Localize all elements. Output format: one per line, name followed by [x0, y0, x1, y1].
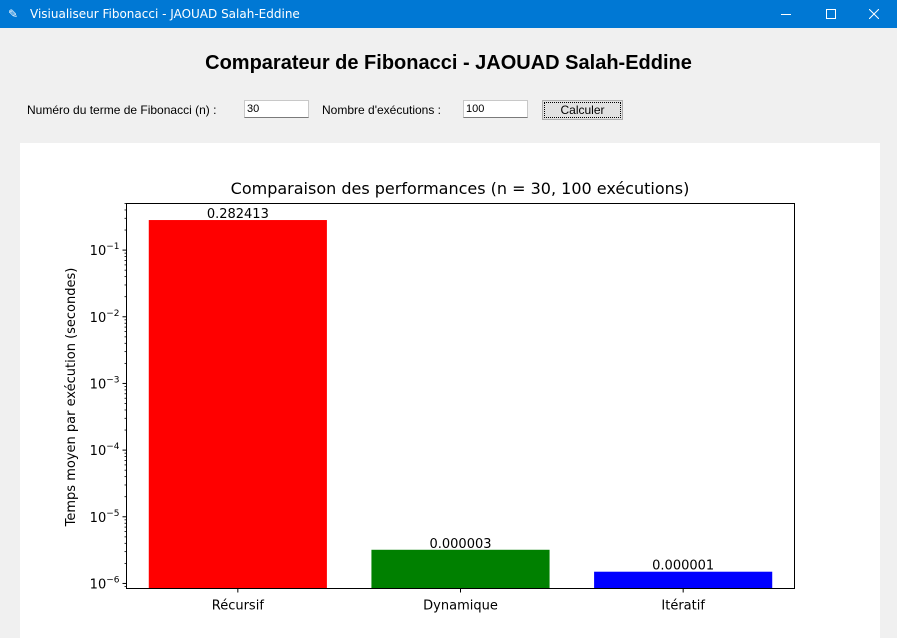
y-tick-label: 10−1 — [90, 242, 120, 259]
y-tick-base: 10 — [90, 511, 107, 526]
bar-0 — [148, 220, 327, 589]
maximize-icon — [826, 9, 836, 19]
y-tick-exponent: −1 — [106, 242, 119, 252]
y-tick-label: 10−4 — [90, 442, 120, 459]
chart-canvas: Comparaison des performances (n = 30, 10… — [20, 143, 880, 638]
chart-title: Comparaison des performances (n = 30, 10… — [231, 179, 690, 198]
runs-input[interactable] — [463, 100, 528, 118]
title-bar[interactable]: ✎ Visiualiseur Fibonacci - JAOUAD Salah-… — [0, 0, 897, 28]
minimize-icon — [781, 14, 791, 15]
y-tick-base: 10 — [90, 311, 107, 326]
y-tick-base: 10 — [90, 377, 107, 392]
bar-1 — [371, 549, 550, 589]
maximize-button[interactable] — [808, 0, 854, 28]
y-tick-exponent: −5 — [106, 509, 119, 519]
x-tick-label: Dynamique — [423, 599, 498, 614]
n-input[interactable] — [244, 100, 309, 118]
performance-chart: Comparaison des performances (n = 30, 10… — [64, 179, 795, 614]
close-icon — [869, 9, 879, 19]
y-tick-exponent: −4 — [106, 442, 120, 452]
y-tick-label: 10−5 — [90, 509, 120, 526]
bar-value-label: 0.282413 — [207, 207, 269, 222]
feather-icon: ✎ — [8, 7, 19, 21]
x-tick-label: Récursif — [212, 599, 265, 614]
bar-2 — [594, 571, 773, 589]
y-axis-label: Temps moyen par exécution (secondes) — [64, 268, 79, 528]
bar-value-label: 0.000003 — [429, 537, 491, 552]
runs-label: Nombre d'exécutions : — [322, 103, 442, 117]
n-label: Numéro du terme de Fibonacci (n) : — [27, 103, 217, 117]
y-tick-exponent: −6 — [106, 575, 120, 585]
y-tick-label: 10−2 — [90, 309, 120, 326]
app-heading: Comparateur de Fibonacci - JAOUAD Salah-… — [205, 52, 692, 74]
y-tick-base: 10 — [90, 577, 107, 592]
close-button[interactable] — [851, 0, 897, 28]
y-tick-label: 10−6 — [90, 575, 120, 592]
x-tick-label: Itératif — [661, 599, 705, 614]
window-title: Visiualiseur Fibonacci - JAOUAD Salah-Ed… — [30, 7, 300, 21]
y-tick-base: 10 — [90, 244, 107, 259]
bar-value-label: 0.000001 — [652, 559, 714, 574]
calculate-button[interactable]: Calculer — [542, 100, 623, 120]
y-tick-exponent: −3 — [106, 375, 119, 385]
minimize-button[interactable] — [763, 0, 809, 28]
y-tick-base: 10 — [90, 444, 107, 459]
y-tick-exponent: −2 — [106, 309, 119, 319]
y-tick-label: 10−3 — [90, 375, 120, 392]
